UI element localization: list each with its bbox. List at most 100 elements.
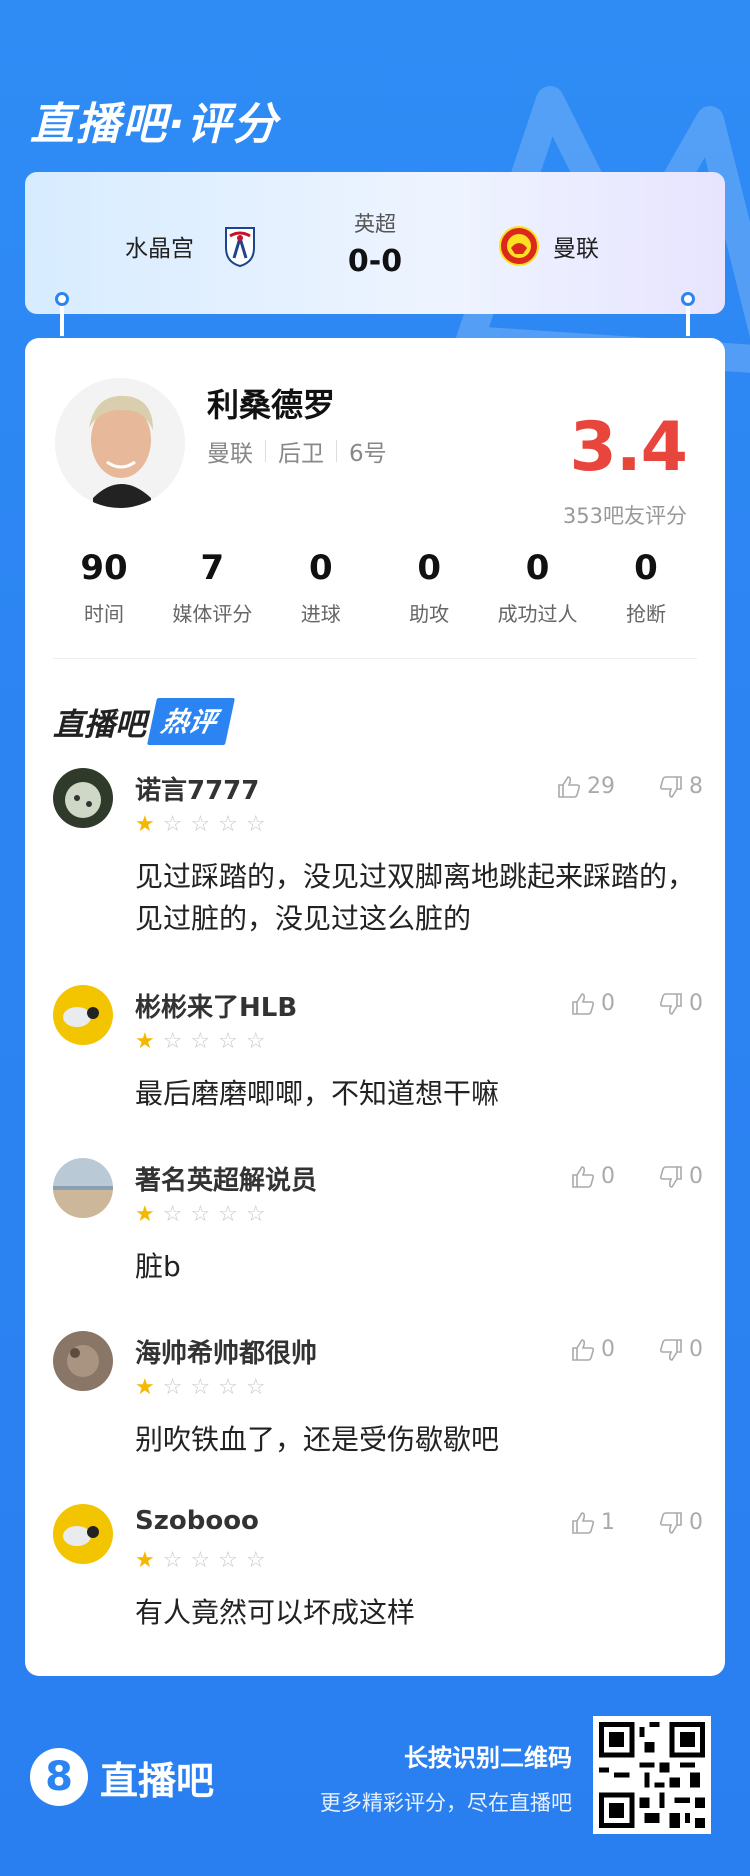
comment-username[interactable]: 海帅希帅都很帅 [135,1333,317,1370]
player-avatar [55,378,185,508]
stat-label: 成功过人 [497,602,578,626]
hot-comments-title: 直播吧 热评 [53,698,235,745]
stat-label: 媒体评分 [172,602,253,626]
dislike-count: 0 [689,1510,703,1535]
thumb-down-icon [659,1511,682,1534]
comment-star-rating: ★☆☆☆☆ [135,1202,274,1227]
stat-time: 90 时间 [50,548,158,627]
like-count: 0 [601,991,615,1016]
dislike-button[interactable]: 0 [659,1164,703,1189]
player-position: 后卫 [278,441,324,467]
dislike-count: 0 [689,991,703,1016]
comment-text: 见过踩踏的，没见过双脚离地跳起来踩踏的，见过脏的，没见过这么脏的 [135,860,696,935]
thumb-up-icon [572,992,595,1015]
match-card: 水晶宫 英超 0-0 曼联 [25,172,725,314]
stats-row: 90 时间 7 媒体评分 0 进球 0 助攻 0 成功过人 0 抢断 [50,548,700,627]
star-icon: ☆☆☆☆ [162,1029,274,1054]
stat-dribbles: 0 成功过人 [484,548,592,627]
comment-username[interactable]: 著名英超解说员 [135,1160,317,1197]
dislike-button[interactable]: 0 [659,1510,703,1535]
thumb-down-icon [659,775,682,798]
user-avatar[interactable] [53,985,113,1045]
like-count: 1 [601,1510,615,1535]
like-button[interactable]: 29 [557,774,615,799]
player-team: 曼联 [207,441,253,467]
user-avatar[interactable] [53,1158,113,1218]
dislike-count: 8 [689,774,703,799]
star-icon: ★ [135,1548,163,1573]
stat-value: 90 [80,548,128,588]
comment-username[interactable]: Szobooo [135,1506,259,1536]
like-count: 0 [601,1164,615,1189]
footer-line2: 更多精彩评分，尽在直播吧 [320,1791,572,1815]
brand-title: 直播吧·评分 [30,99,279,150]
qr-code-icon[interactable] [593,1716,711,1834]
stat-value: 0 [417,548,441,588]
dislike-button[interactable]: 0 [659,1337,703,1362]
star-icon: ★ [135,1375,163,1400]
user-avatar[interactable] [53,1331,113,1391]
thumb-down-icon [659,1338,682,1361]
thumb-up-icon [558,775,581,798]
star-icon: ☆☆☆☆ [162,812,274,837]
user-avatar[interactable] [53,768,113,828]
player-name: 利桑德罗 [207,386,336,424]
star-icon: ☆☆☆☆ [162,1548,274,1573]
star-icon: ☆☆☆☆ [162,1375,274,1400]
like-button[interactable]: 1 [571,1510,615,1535]
like-button[interactable]: 0 [571,991,615,1016]
rating-count: 353吧友评分 [562,504,687,528]
stat-label: 进球 [300,602,341,626]
page: 直播吧·评分 水晶宫 英超 0-0 曼联 利桑德罗 曼联 后卫 6号 3.4 3… [0,0,750,1876]
stat-value: 0 [634,548,658,588]
dislike-count: 0 [689,1337,703,1362]
like-button[interactable]: 0 [571,1337,615,1362]
hot-title-brand: 直播吧 [53,707,146,743]
hot-title-badge: 热评 [147,698,235,745]
stat-tackles: 0 抢断 [592,548,700,627]
logo-badge: 8 [30,1748,88,1806]
meta-divider [265,440,266,462]
footer-line1: 长按识别二维码 [404,1744,572,1772]
thumb-up-icon [572,1338,595,1361]
star-icon: ★ [135,1029,163,1054]
comment-text: 有人竟然可以坏成这样 [135,1596,416,1629]
player-meta: 曼联 后卫 6号 [207,434,387,468]
stat-assists: 0 助攻 [375,548,483,627]
away-team-crest-icon [499,226,539,266]
stat-media-rating: 7 媒体评分 [158,548,266,627]
thumb-up-icon [572,1165,595,1188]
comment-star-rating: ★☆☆☆☆ [135,1029,274,1054]
star-icon: ☆☆☆☆ [162,1202,274,1227]
star-icon: ★ [135,812,163,837]
stat-value: 7 [200,548,225,588]
thumb-up-icon [572,1511,595,1534]
comment-star-rating: ★☆☆☆☆ [135,1548,274,1573]
like-count: 0 [601,1337,615,1362]
comment-username[interactable]: 彬彬来了HLB [135,987,297,1024]
logo-text: 直播吧 [100,1758,215,1803]
dislike-button[interactable]: 0 [659,991,703,1016]
comment-star-rating: ★☆☆☆☆ [135,1375,274,1400]
comment-username[interactable]: 诺言7777 [135,770,259,807]
thumb-down-icon [659,1165,682,1188]
star-icon: ★ [135,1202,163,1227]
user-avatar[interactable] [53,1504,113,1564]
stat-label: 抢断 [625,602,666,626]
main-card: 利桑德罗 曼联 后卫 6号 3.4 353吧友评分 90 时间 7 媒体评分 0… [25,338,725,1676]
away-team: 曼联 [499,224,599,268]
stat-label: 时间 [84,602,124,626]
dislike-button[interactable]: 8 [659,774,703,799]
comment-star-rating: ★☆☆☆☆ [135,812,274,837]
stat-value: 0 [308,548,333,588]
dislike-count: 0 [689,1164,703,1189]
footer-text: 长按识别二维码 更多精彩评分，尽在直播吧 [320,1738,572,1817]
meta-divider [336,440,337,462]
comment-text: 脏b [135,1250,181,1283]
thumb-down-icon [659,992,682,1015]
stat-value: 0 [525,548,550,588]
stat-goals: 0 进球 [267,548,375,627]
like-button[interactable]: 0 [571,1164,615,1189]
comment-text: 最后磨磨唧唧，不知道想干嘛 [135,1077,500,1110]
away-team-name: 曼联 [553,236,599,262]
